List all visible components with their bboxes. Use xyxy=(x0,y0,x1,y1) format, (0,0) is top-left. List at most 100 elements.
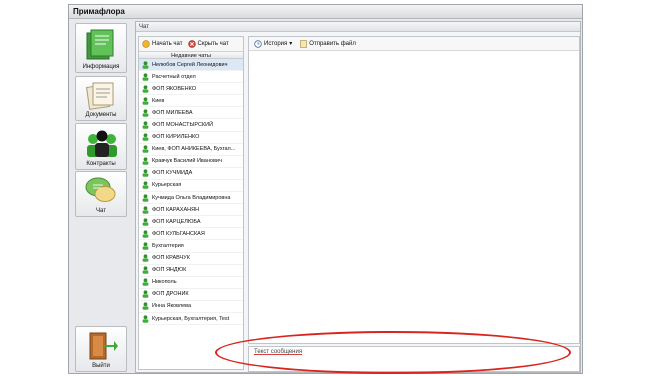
chat-list-item-label: ФОП КРАВЧУК xyxy=(152,255,190,262)
chat-list-item[interactable]: ФОП КУЛЬГАНСКАЯ xyxy=(139,228,243,241)
chat-list-item[interactable]: Кучмида Ольга Владимировна xyxy=(139,192,243,205)
user-icon xyxy=(142,242,149,250)
user-icon xyxy=(142,169,149,178)
chat-list-item[interactable]: Расчетный отдел xyxy=(139,71,243,84)
recent-chats-header: Недавние чаты xyxy=(139,51,243,59)
user-icon xyxy=(142,314,149,323)
chat-conversation-pane: История ▾ Отправить файл xyxy=(248,36,580,344)
chat-list-item-label: Инна Яковлева xyxy=(152,303,192,310)
nav-contacts-label: Контракты xyxy=(86,161,116,167)
nav-info-label: Информация xyxy=(82,64,120,70)
chat-list-item-label: Кучмида Ольга Владимировна xyxy=(152,194,231,201)
chat-list-item[interactable]: Курьерская, Бухгалтерия, Test xyxy=(139,313,243,326)
start-chat-icon xyxy=(142,40,150,48)
nav-chat-button[interactable]: Чат xyxy=(75,171,127,217)
chat-list-toolbar: Начать чат Скрыть чат xyxy=(139,37,243,51)
chat-list-pane: Начать чат Скрыть чат Недавние чаты Нелю… xyxy=(138,36,244,370)
chat-list-item[interactable]: Инна Яковлева xyxy=(139,301,243,313)
app-title: Примафлора xyxy=(69,5,582,19)
chat-list-item[interactable]: ФОП КИРИЛЕНКО xyxy=(139,132,243,144)
chat-list-item[interactable]: Киев xyxy=(139,95,243,108)
chat-list-item[interactable]: ФОП КАРАХАНЯН xyxy=(139,204,243,217)
recent-chats-list: Нелюбов Сергей Леонидович Расчетный отдел… xyxy=(139,59,243,326)
user-icon xyxy=(142,73,149,81)
chat-list-item[interactable]: Нелюбов Сергей Леонидович xyxy=(139,59,243,72)
chat-list-item[interactable]: Бухгалтерия xyxy=(139,240,243,253)
chat-list-item[interactable]: ФОП КРАВЧУК xyxy=(139,253,243,265)
chat-list-item-label: Киев xyxy=(152,97,165,104)
chat-list-item-label: ФОП КАРЦЕЛЮБА xyxy=(152,218,201,225)
chat-list-item[interactable]: Никополь xyxy=(139,277,243,289)
chat-list-item-label: Курьерская, Бухгалтерия, Test xyxy=(152,315,230,322)
user-icon xyxy=(142,193,149,202)
app-window: Примафлора Информация Документы Контракт… xyxy=(68,4,583,374)
start-chat-button[interactable]: Начать чат xyxy=(142,40,183,48)
chat-list-item-label: ФОП КИРИЛЕНКО xyxy=(152,134,200,141)
user-icon xyxy=(142,278,149,287)
send-file-button[interactable]: Отправить файл xyxy=(300,39,356,48)
nav-exit-button[interactable]: Выйти xyxy=(75,326,127,372)
nav-exit-label: Выйти xyxy=(92,363,110,369)
chat-list-item-label: ФОП ДРОНИК xyxy=(152,291,189,298)
user-icon xyxy=(142,133,149,141)
history-label: История xyxy=(264,40,288,47)
chat-list-item-label: ФОП КАРАХАНЯН xyxy=(152,206,200,213)
user-icon xyxy=(142,157,149,166)
user-icon xyxy=(142,290,149,299)
nav-chat-label: Чат xyxy=(96,208,106,214)
history-button[interactable]: История ▾ xyxy=(254,39,293,48)
chat-list-item[interactable]: ФОП МИЛЕЕВА xyxy=(139,107,243,120)
chat-list-item[interactable]: ФОП ДРОНИК xyxy=(139,289,243,301)
user-icon xyxy=(142,97,149,105)
chat-list-item[interactable]: ФОП КАРЦЕЛЮБА xyxy=(139,216,243,229)
send-file-label: Отправить файл xyxy=(309,40,356,47)
nav-sidebar: Информация Документы Контракты Чат Выйти xyxy=(73,23,129,373)
chat-list-item[interactable]: ФОП ЯНДЮК xyxy=(139,265,243,277)
user-icon xyxy=(142,230,149,238)
chat-list-item-label: Расчетный отдел xyxy=(152,73,196,80)
user-icon xyxy=(142,145,149,154)
highlight-ellipse xyxy=(215,331,571,374)
chat-list-item[interactable]: ФОП МОНАСТЫРСКИЙ xyxy=(139,119,243,132)
chat-bubbles-icon xyxy=(85,177,116,202)
chat-list-item[interactable]: ФОП КУЧМИДА xyxy=(139,168,243,180)
nav-contacts-button[interactable]: Контракты xyxy=(75,123,127,170)
user-icon xyxy=(142,109,149,117)
book-icon xyxy=(86,29,114,60)
chat-panel: Чат Начать чат Скрыть чат Недавние чаты … xyxy=(135,21,581,373)
clock-icon xyxy=(254,39,262,48)
chat-list-item-label: ФОП КУЛЬГАНСКАЯ xyxy=(152,230,205,237)
user-icon xyxy=(142,60,149,69)
chat-list-item[interactable]: Кравчук Василий Иванович xyxy=(139,156,243,168)
user-icon xyxy=(142,218,149,226)
hide-chat-button[interactable]: Скрыть чат xyxy=(187,40,229,48)
hide-chat-icon xyxy=(187,40,196,48)
chat-list-item-label: ФОП КУЧМИДА xyxy=(152,170,193,177)
chat-list-item[interactable]: ФОП ЯКОВЕНКО xyxy=(139,83,243,96)
user-icon xyxy=(142,254,149,262)
chat-toolbar: История ▾ Отправить файл xyxy=(249,37,579,51)
nav-info-button[interactable]: Информация xyxy=(75,23,127,73)
user-icon xyxy=(142,121,149,129)
chat-list-item[interactable]: Киев, ФОП АНИКЕЕВА, Бухгал... xyxy=(139,144,243,156)
chat-list-item-label: ФОП ЯНДЮК xyxy=(152,267,187,274)
user-icon xyxy=(142,206,149,214)
chevron-down-icon: ▾ xyxy=(289,41,293,47)
chat-list-item-label: Киев, ФОП АНИКЕЕВА, Бухгал... xyxy=(152,146,236,153)
chat-list-item-label: ФОП МИЛЕЕВА xyxy=(152,109,193,116)
user-icon xyxy=(142,302,149,311)
file-icon xyxy=(300,39,308,48)
start-chat-label: Начать чат xyxy=(152,41,183,47)
chat-list-item-label: Никополь xyxy=(152,279,177,286)
exit-door-icon xyxy=(89,332,118,360)
chat-list-item-label: ФОП МОНАСТЫРСКИЙ xyxy=(152,122,214,129)
nav-documents-button[interactable]: Документы xyxy=(75,76,127,121)
nav-documents-label: Документы xyxy=(85,112,117,118)
user-icon xyxy=(142,181,149,190)
chat-list-item[interactable]: Курьерская xyxy=(139,180,243,193)
user-icon xyxy=(142,266,149,274)
chat-list-item-label: Кравчук Василий Иванович xyxy=(152,158,222,165)
chat-list-item-label: Курьерская xyxy=(152,182,182,189)
panel-title: Чат xyxy=(136,22,580,32)
chat-list-item-label: Нелюбов Сергей Леонидович xyxy=(152,61,228,68)
